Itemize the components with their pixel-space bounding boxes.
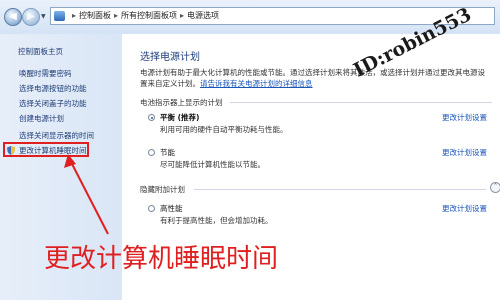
highlight-box — [3, 142, 89, 157]
breadcrumb-item-control-panel[interactable]: 控制面板 — [79, 11, 111, 20]
plan-desc-power-saver: 尽可能降低计算机性能以节能。 — [160, 160, 265, 169]
breadcrumb-item-power-options[interactable]: 电源选项 — [187, 11, 219, 20]
annotation-caption: 更改计算机睡眠时间 — [44, 244, 279, 274]
section-divider — [230, 102, 492, 103]
sidebar-item-control-panel-home[interactable]: 控制面板主页 — [18, 46, 63, 57]
back-arrow-icon[interactable]: ◀ — [4, 8, 22, 26]
power-plans-info-link[interactable]: 请告诉我有关电源计划的详细信息 — [200, 79, 313, 88]
plan-name-power-saver[interactable]: 节能 — [160, 147, 175, 158]
control-panel-icon — [54, 11, 65, 21]
plan-radio-power-saver[interactable] — [148, 149, 155, 156]
section-header-hidden-plans[interactable]: 隐藏附加计划 — [140, 184, 185, 195]
page-title: 选择电源计划 — [140, 52, 200, 63]
change-plan-settings-link-power-saver[interactable]: 更改计划设置 — [442, 147, 487, 158]
breadcrumb: ▸ 控制面板 ▸ 所有控制面板项 ▸ 电源选项 — [69, 8, 219, 24]
chevron-up-icon[interactable]: ˆ — [490, 182, 500, 193]
recent-pages-chevron-down-icon[interactable]: ▼ — [41, 13, 46, 20]
section-header-shown-plans: 电池指示器上显示的计划 — [140, 98, 223, 107]
plan-name-high-performance[interactable]: 高性能 — [160, 203, 183, 214]
sidebar-item-create-plan[interactable]: 创建电源计划 — [19, 113, 64, 124]
change-plan-settings-link-balanced[interactable]: 更改计划设置 — [442, 112, 487, 123]
page-description-text: 置来自定义计划。 — [140, 79, 200, 88]
breadcrumb-separator: ▸ — [72, 11, 77, 20]
forward-arrow-icon[interactable]: ▶ — [22, 8, 40, 26]
plan-desc-high-performance: 有利于提高性能，但会增加功耗。 — [160, 216, 273, 225]
sidebar-item-display-off[interactable]: 选择关闭显示器的时间 — [19, 130, 94, 141]
plan-desc-balanced: 利用可用的硬件自动平衡功耗与性能。 — [160, 125, 288, 134]
plan-name-balanced[interactable]: 平衡 (推荐) — [160, 112, 199, 123]
breadcrumb-item-all-items[interactable]: 所有控制面板项 — [121, 11, 177, 20]
plan-radio-high-performance[interactable] — [148, 205, 155, 212]
page-description-line2: 置来自定义计划。请告诉我有关电源计划的详细信息 — [140, 78, 313, 89]
section-divider — [194, 189, 486, 190]
change-plan-settings-link-high-performance[interactable]: 更改计划设置 — [442, 203, 487, 214]
sidebar-item-lid-close[interactable]: 选择关闭盖子的功能 — [19, 98, 87, 109]
plan-radio-balanced[interactable] — [148, 114, 155, 121]
page-description-line1: 电源计划有助于最大化计算机的性能或节能。通过选择计划来将其激活，或选择计划并通过… — [140, 68, 485, 77]
sidebar-item-require-password[interactable]: 唤醒时需要密码 — [19, 68, 72, 79]
sidebar-item-power-button[interactable]: 选择电源按钮的功能 — [19, 83, 87, 94]
breadcrumb-separator[interactable]: ▸ — [177, 11, 187, 20]
breadcrumb-separator[interactable]: ▸ — [111, 11, 121, 20]
